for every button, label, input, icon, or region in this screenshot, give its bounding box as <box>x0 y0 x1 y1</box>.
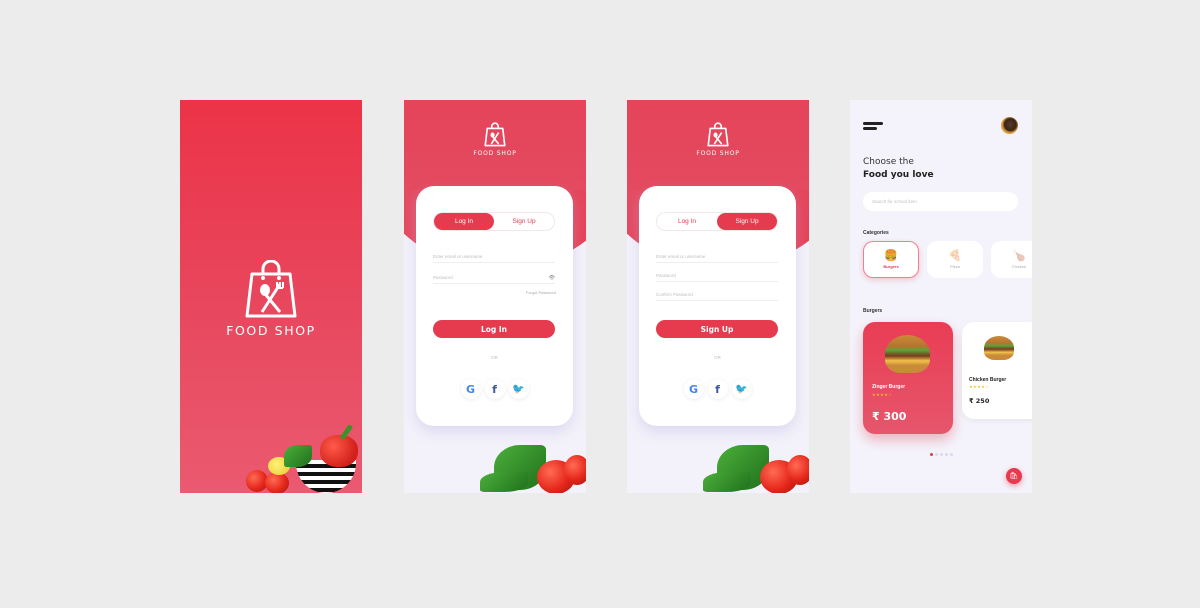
pizza-icon: 🍕 <box>948 250 962 262</box>
lettuce-image <box>480 472 528 492</box>
confirm-password-field[interactable]: Confirm Password <box>656 292 778 301</box>
pager-dot[interactable] <box>950 453 953 456</box>
tab-log-in[interactable]: Log In <box>434 213 494 230</box>
splash-screen: FOOD SHOP <box>180 100 362 493</box>
email-field[interactable]: Enter email or username <box>656 254 778 263</box>
signup-card: Log In Sign Up Enter email or username P… <box>639 186 796 426</box>
forgot-password-link[interactable]: Forgot Password <box>526 290 556 295</box>
food-price: ₹ 250 <box>969 397 990 405</box>
app-title: FOOD SHOP <box>226 323 316 338</box>
password-field[interactable]: Password <box>656 273 778 282</box>
sign-up-button[interactable]: Sign Up <box>656 320 778 338</box>
greeting-line-1: Choose the <box>863 157 914 167</box>
logo: FOOD SHOP <box>627 122 809 157</box>
food-name: Chicken Burger <box>969 377 1007 383</box>
tab-log-in[interactable]: Log In <box>657 213 717 230</box>
rating-stars: ★★★★☆ <box>872 392 893 397</box>
shopping-bag-icon: 🛍 <box>1009 473 1019 480</box>
category-label: Chicken <box>1011 264 1027 269</box>
pager-dot[interactable] <box>940 453 943 456</box>
twitter-icon[interactable]: 🐦 <box>731 379 752 399</box>
signup-screen: FOOD SHOP Log In Sign Up Enter email or … <box>627 100 809 493</box>
avatar[interactable] <box>1001 117 1018 134</box>
twitter-icon[interactable]: 🐦 <box>508 379 529 399</box>
shopping-bag-logo-icon <box>707 122 729 147</box>
pager-dots <box>930 453 953 456</box>
facebook-icon[interactable]: f <box>707 379 728 399</box>
shopping-bag-logo-icon <box>484 122 506 147</box>
tomato-image <box>787 455 809 485</box>
facebook-icon[interactable]: f <box>484 379 505 399</box>
menu-icon[interactable] <box>863 122 883 132</box>
burger-icon: 🍔 <box>884 250 898 262</box>
category-list: 🍔 Burgers 🍕 Pizza 🍗 Chicken <box>863 241 1032 278</box>
food-card[interactable]: Chicken Burger ★★★★☆ ₹ 250 <box>962 322 1032 419</box>
google-icon[interactable]: G <box>460 379 481 399</box>
food-card[interactable]: Zinger Burger ★★★★☆ ₹ 300 <box>863 322 953 434</box>
password-field[interactable]: Password 👁 <box>433 275 555 284</box>
burger-image <box>885 335 930 373</box>
tab-sign-up[interactable]: Sign Up <box>494 213 554 230</box>
home-screen: Choose the Food you love Search for scho… <box>850 100 1032 493</box>
category-label: Burgers <box>883 264 899 269</box>
eye-icon[interactable]: 👁 <box>549 275 555 281</box>
lettuce-image <box>703 472 751 492</box>
category-pizza[interactable]: 🍕 Pizza <box>927 241 983 278</box>
categories-heading: Categories <box>863 230 889 236</box>
password-placeholder: Password <box>433 275 453 280</box>
parsley-image <box>284 445 312 467</box>
pager-dot[interactable] <box>930 453 933 456</box>
food-price: ₹ 300 <box>872 410 907 423</box>
tomato-image <box>564 455 586 485</box>
category-burgers[interactable]: 🍔 Burgers <box>863 241 919 278</box>
login-card: Log In Sign Up Enter email or username P… <box>416 186 573 426</box>
tab-sign-up[interactable]: Sign Up <box>717 213 777 230</box>
auth-tabs: Log In Sign Up <box>433 212 555 231</box>
chicken-icon: 🍗 <box>1012 250 1026 262</box>
cart-button[interactable]: 🛍 <box>1006 468 1022 484</box>
social-login: G f 🐦 <box>639 379 796 399</box>
category-label: Pizza <box>950 264 960 269</box>
social-login: G f 🐦 <box>416 379 573 399</box>
logo-text: FOOD SHOP <box>473 150 517 157</box>
greeting-line-2: Food you love <box>863 170 934 180</box>
tomato-image <box>265 472 289 493</box>
burgers-heading: Burgers <box>863 308 883 314</box>
logo: FOOD SHOP <box>404 122 586 157</box>
burger-image <box>984 336 1014 360</box>
google-icon[interactable]: G <box>683 379 704 399</box>
red-pepper-image <box>320 435 358 467</box>
login-screen: FOOD SHOP Log In Sign Up Enter email or … <box>404 100 586 493</box>
search-input[interactable]: Search for school item <box>863 192 1018 211</box>
or-divider: OR <box>491 355 498 360</box>
category-chicken[interactable]: 🍗 Chicken <box>991 241 1032 278</box>
logo-text: FOOD SHOP <box>696 150 740 157</box>
pager-dot[interactable] <box>945 453 948 456</box>
shopping-bag-logo-icon <box>245 260 297 318</box>
or-divider: OR <box>714 355 721 360</box>
log-in-button[interactable]: Log In <box>433 320 555 338</box>
food-name: Zinger Burger <box>872 384 906 390</box>
pager-dot[interactable] <box>935 453 938 456</box>
rating-stars: ★★★★☆ <box>969 384 990 389</box>
email-field[interactable]: Enter email or username <box>433 254 555 263</box>
food-list: Zinger Burger ★★★★☆ ₹ 300 Chicken Burger… <box>863 322 1032 434</box>
auth-tabs: Log In Sign Up <box>656 212 778 231</box>
splash-logo: FOOD SHOP <box>180 260 362 338</box>
